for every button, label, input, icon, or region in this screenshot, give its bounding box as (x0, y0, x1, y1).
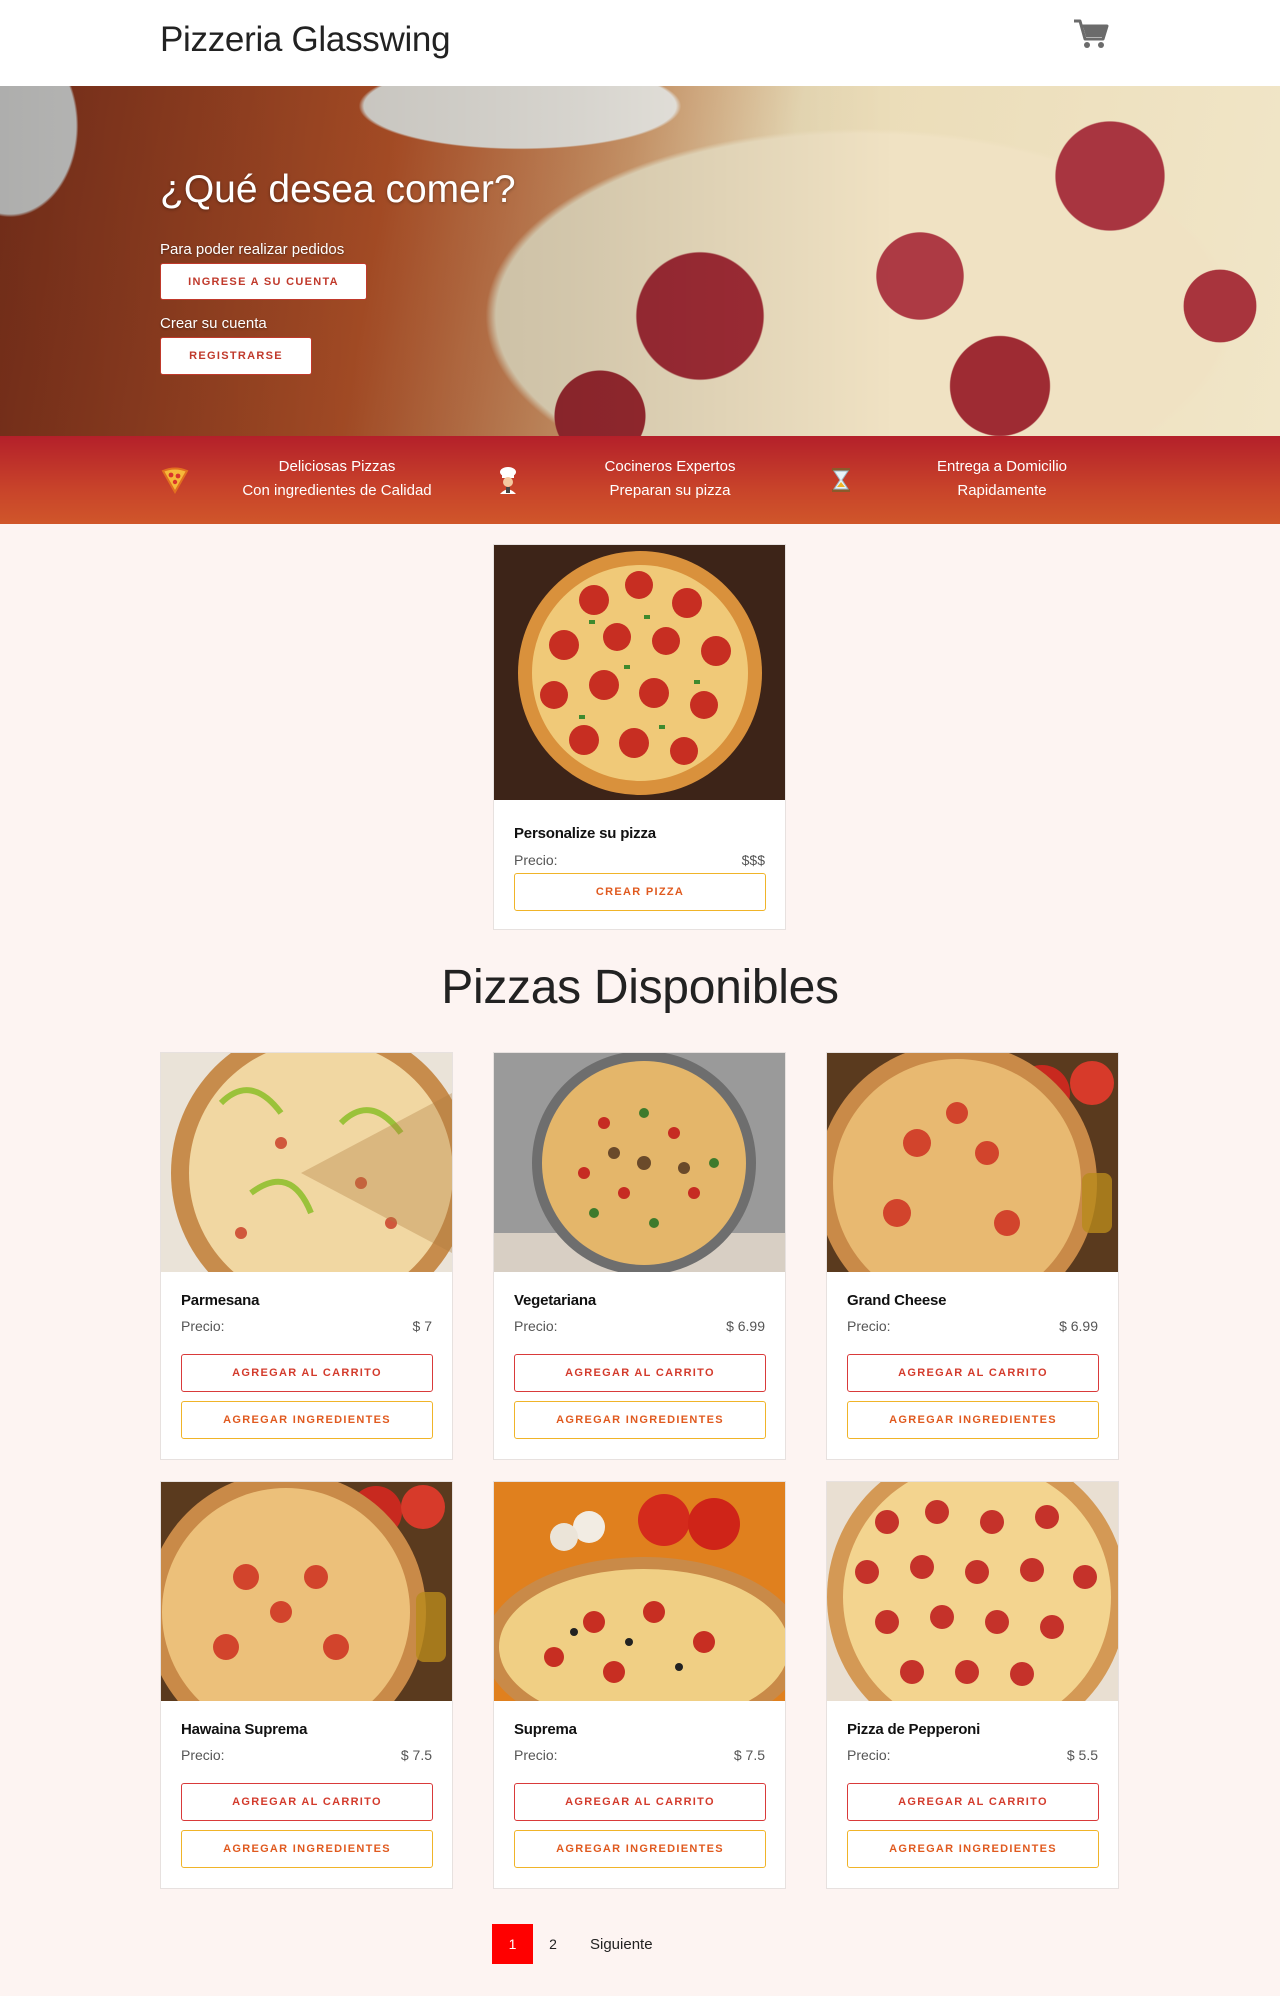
hero-title: ¿Qué desea comer? (160, 168, 516, 211)
pizza-name: Grand Cheese (847, 1292, 947, 1309)
custom-pizza-name: Personalize su pizza (514, 825, 656, 842)
pizza-name: Pizza de Pepperoni (847, 1721, 981, 1738)
pizza-image-vegetariana (494, 1053, 785, 1272)
pizza-price-label: Precio: (181, 1747, 225, 1763)
feature-delivery: Entrega a Domicilio Rapidamente (902, 455, 1102, 503)
add-to-cart-button[interactable]: AGREGAR AL CARRITO (847, 1354, 1099, 1392)
hero-overlay (0, 86, 1280, 436)
add-ingredients-button[interactable]: AGREGAR INGREDIENTES (514, 1401, 766, 1439)
feature-quality-subtitle: Con ingredientes de Calidad (242, 482, 432, 499)
pizza-name: Vegetariana (514, 1292, 597, 1309)
add-ingredients-button[interactable]: AGREGAR INGREDIENTES (181, 1401, 433, 1439)
pizza-price-label: Precio: (514, 1747, 558, 1763)
login-prompt: Para poder realizar pedidos (160, 241, 345, 258)
feature-delivery-title: Entrega a Domicilio (936, 458, 1068, 475)
pizza-price-label: Precio: (847, 1318, 891, 1334)
pizza-price: $ 7.5 (400, 1747, 432, 1763)
feature-quality: Deliciosas Pizzas Con ingredientes de Ca… (236, 455, 438, 503)
feature-chefs-subtitle: Preparan su pizza (609, 482, 731, 499)
pizza-image-pepperoni (827, 1482, 1118, 1701)
pizza-price-label: Precio: (181, 1318, 225, 1334)
pizza-name: Parmesana (181, 1292, 260, 1309)
top-header: Pizzeria Glasswing (0, 0, 1280, 86)
feature-chefs-title: Cocineros Expertos (604, 458, 736, 475)
pizza-card-suprema: Suprema Precio: $ 7.5 AGREGAR AL CARRITO… (493, 1481, 786, 1889)
pagination-page-1[interactable]: 1 (492, 1924, 533, 1964)
add-to-cart-button[interactable]: AGREGAR AL CARRITO (181, 1783, 433, 1821)
pizza-name: Hawaina Suprema (181, 1721, 308, 1738)
add-to-cart-button[interactable]: AGREGAR AL CARRITO (514, 1783, 766, 1821)
add-to-cart-button[interactable]: AGREGAR AL CARRITO (514, 1354, 766, 1392)
pizza-price-label: Precio: (847, 1747, 891, 1763)
pizza-card-grand-cheese: Grand Cheese Precio: $ 6.99 AGREGAR AL C… (826, 1052, 1119, 1460)
hero-banner: ¿Qué desea comer? Para poder realizar pe… (0, 86, 1280, 436)
pizza-card-parmesana: Parmesana Precio: $ 7 AGREGAR AL CARRITO… (160, 1052, 453, 1460)
pagination-next[interactable]: Siguiente (578, 1924, 665, 1964)
add-ingredients-button[interactable]: AGREGAR INGREDIENTES (847, 1830, 1099, 1868)
feature-delivery-subtitle: Rapidamente (957, 482, 1047, 499)
features-band: Deliciosas Pizzas Con ingredientes de Ca… (0, 436, 1280, 524)
pizza-price: $ 7 (412, 1318, 432, 1334)
feature-chefs: Cocineros Expertos Preparan su pizza (580, 455, 760, 503)
pizza-price-label: Precio: (514, 1318, 558, 1334)
add-ingredients-button[interactable]: AGREGAR INGREDIENTES (514, 1830, 766, 1868)
pizza-card-hawaina-suprema: Hawaina Suprema Precio: $ 7.5 AGREGAR AL… (160, 1481, 453, 1889)
pizza-image-suprema (494, 1482, 785, 1701)
pizza-price: $ 6.99 (726, 1318, 765, 1334)
pizza-name: Suprema (514, 1721, 577, 1738)
brand-logo[interactable]: Pizzeria Glasswing (160, 20, 451, 60)
add-ingredients-button[interactable]: AGREGAR INGREDIENTES (181, 1830, 433, 1868)
custom-pizza-card: Personalize su pizza Precio: $$$ CREAR P… (493, 544, 786, 930)
pizza-image-hawaina-suprema (161, 1482, 452, 1701)
custom-pizza-image (494, 545, 785, 800)
pizza-image-parmesana (161, 1053, 452, 1272)
pagination-page-2[interactable]: 2 (540, 1924, 566, 1964)
pizza-price: $ 6.99 (1059, 1318, 1098, 1334)
pizza-price: $ 7.5 (733, 1747, 765, 1763)
custom-pizza-price-label: Precio: (514, 852, 558, 868)
chef-icon (500, 467, 516, 494)
shopping-cart-icon[interactable] (1073, 18, 1109, 50)
hourglass-icon (832, 468, 850, 492)
pizza-slice-icon (161, 467, 189, 495)
add-ingredients-button[interactable]: AGREGAR INGREDIENTES (847, 1401, 1099, 1439)
pizza-card-pepperoni: Pizza de Pepperoni Precio: $ 5.5 AGREGAR… (826, 1481, 1119, 1889)
pizza-price: $ 5.5 (1066, 1747, 1098, 1763)
pizza-image-grand-cheese (827, 1053, 1118, 1272)
section-title: Pizzas Disponibles (441, 961, 839, 1014)
register-prompt: Crear su cuenta (160, 315, 267, 332)
add-to-cart-button[interactable]: AGREGAR AL CARRITO (847, 1783, 1099, 1821)
create-pizza-button[interactable]: CREAR PIZZA (514, 873, 766, 911)
feature-quality-title: Deliciosas Pizzas (278, 458, 396, 475)
login-button[interactable]: INGRESE A SU CUENTA (160, 263, 367, 300)
add-to-cart-button[interactable]: AGREGAR AL CARRITO (181, 1354, 433, 1392)
pizza-card-vegetariana: Vegetariana Precio: $ 6.99 AGREGAR AL CA… (493, 1052, 786, 1460)
custom-pizza-price: $$$ (741, 852, 765, 868)
register-button[interactable]: REGISTRARSE (160, 337, 312, 375)
